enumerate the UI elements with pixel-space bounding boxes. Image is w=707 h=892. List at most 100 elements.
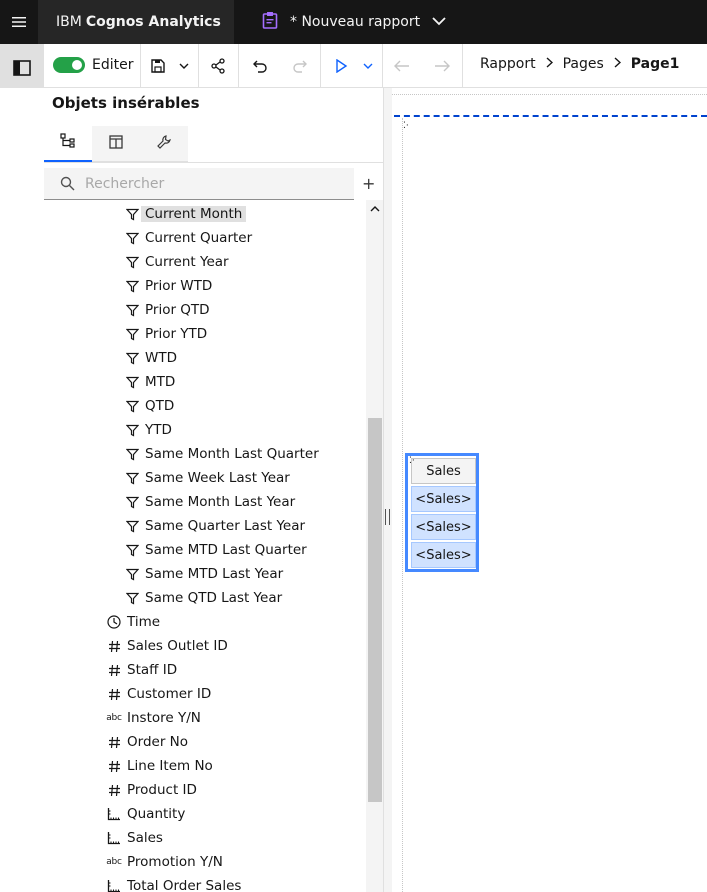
tree-item[interactable]: Same QTD Last Year [124,586,282,610]
tree-item-label: Same Quarter Last Year [145,518,306,534]
tree-item[interactable]: Same Month Last Quarter [124,442,319,466]
filter-icon [124,278,140,294]
tree-item[interactable]: Same MTD Last Year [124,562,283,586]
tab-source[interactable] [44,126,92,162]
tree-item[interactable]: Customer ID [106,682,211,706]
container-handle-icon[interactable]: ⁚· [409,457,415,466]
tree-item[interactable]: Staff ID [106,658,177,682]
tree-item[interactable]: QTD [124,394,174,418]
tree-item[interactable]: Current Quarter [124,226,252,250]
divider [44,162,383,163]
menu-icon[interactable] [0,0,38,44]
tree-item[interactable]: Prior YTD [124,322,207,346]
tree-item[interactable]: Same Quarter Last Year [124,514,305,538]
tree-item-label: Product ID [127,782,197,798]
tree-item-label: MTD [145,374,176,390]
tree-item-label: Prior WTD [145,278,213,294]
data-source-tree: Current WeekCurrent MonthCurrent Quarter… [44,200,366,892]
undo-icon[interactable] [250,56,270,76]
container-handle-icon[interactable]: ⁚· [403,122,409,131]
tree-item-label: QTD [145,398,175,414]
tree-item[interactable]: Current Month [124,202,247,226]
page-header-boundary [394,115,707,117]
tree-item-label: Sales [127,830,163,846]
chevron-down-icon[interactable] [174,56,194,76]
tree-item[interactable]: abc Instore Y/N [106,706,201,730]
edit-mode-label: Editer [92,57,134,73]
tree-item[interactable]: Total Order Sales [106,874,241,892]
divider [140,44,141,88]
toolbar: Editer Rapport Pages Page1 [0,44,707,92]
toolbox-icon [108,134,124,154]
splitter-grip-icon[interactable] [385,509,390,525]
hash-icon [106,662,122,678]
tree-item[interactable]: Sales Outlet ID [106,634,228,658]
edit-mode-toggle[interactable] [53,57,85,73]
breadcrumb-pages[interactable]: Pages [563,56,604,72]
clipboard-icon [262,11,278,33]
tree-item-label: Current Year [145,254,229,270]
scroll-up-icon[interactable] [368,202,382,216]
scrollbar-thumb[interactable] [368,418,382,802]
tree-item[interactable]: Current Year [124,250,229,274]
save-icon[interactable] [148,56,168,76]
tree-item[interactable]: Product ID [106,778,197,802]
tree-item-label: Customer ID [127,686,212,702]
share-icon[interactable] [208,56,228,76]
panel-splitter[interactable] [384,88,392,892]
chevron-down-icon[interactable] [358,56,378,76]
panel-toggle-button[interactable] [0,44,44,92]
brand-name: Cognos Analytics [85,14,221,30]
tree-item[interactable]: Time [106,610,160,634]
filter-icon [124,494,140,510]
tree-item[interactable]: Same Week Last Year [124,466,290,490]
table-header-cell[interactable]: Sales [411,458,476,484]
list-table[interactable]: ⁚· Sales <Sales> <Sales> <Sales> [405,453,479,572]
search-field[interactable] [44,168,354,200]
chevron-down-icon[interactable] [432,14,446,30]
tree-item[interactable]: MTD [124,370,175,394]
tree-item[interactable]: Order No [106,730,188,754]
side-panel-icon [13,60,31,76]
tree-item-label: Line Item No [127,758,213,774]
report-title: * Nouveau rapport [290,14,421,30]
tree-item-label: Same QTD Last Year [145,590,283,606]
insertable-objects-panel: Objets insérables + Current WeekCurrent … [44,88,384,892]
table-cell[interactable]: <Sales> [411,542,476,568]
tree-item[interactable]: Line Item No [106,754,213,778]
search-input[interactable] [85,175,335,192]
tree-item[interactable]: Sales [106,826,163,850]
run-icon[interactable] [331,56,351,76]
text-data-icon: abc [106,713,122,723]
tree-item[interactable]: Same MTD Last Quarter [124,538,307,562]
back-arrow-icon[interactable] [392,56,412,76]
tree-item[interactable]: abc Promotion Y/N [106,850,223,874]
breadcrumb-report[interactable]: Rapport [480,56,536,72]
tree-item[interactable]: Prior QTD [124,298,210,322]
divider [198,44,199,88]
filter-icon [124,566,140,582]
tree-item[interactable]: Quantity [106,802,185,826]
filter-icon [124,206,140,222]
tab-toolbox[interactable] [92,126,140,162]
tree-item[interactable]: Prior WTD [124,274,212,298]
filter-icon [124,230,140,246]
table-cell[interactable]: <Sales> [411,514,476,540]
forward-arrow-icon[interactable] [432,56,452,76]
breadcrumb-page1[interactable]: Page1 [631,56,680,72]
tree-item[interactable]: WTD [124,346,177,370]
divider [382,44,383,88]
divider [320,44,321,88]
product-name[interactable]: IBM Cognos Analytics [38,0,234,44]
filter-icon [124,302,140,318]
report-switcher[interactable]: * Nouveau rapport [262,0,446,44]
tab-properties[interactable] [140,126,188,162]
redo-icon[interactable] [290,56,310,76]
tree-item[interactable]: YTD [124,418,172,442]
table-cell[interactable]: <Sales> [411,486,476,512]
add-button[interactable]: + [362,174,378,194]
panel-tabs [44,126,383,162]
tree-item-label: Same Month Last Quarter [145,446,319,462]
tree-item[interactable]: Same Month Last Year [124,490,295,514]
text-data-icon: abc [106,857,122,867]
